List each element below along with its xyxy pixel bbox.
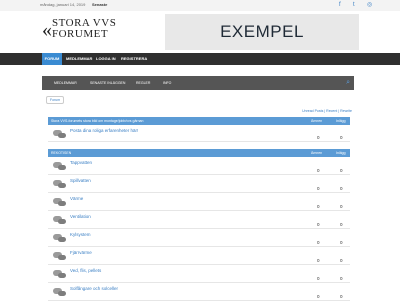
nav-item-register[interactable]: REGISTRERA xyxy=(121,53,147,65)
breadcrumb[interactable]: Forum xyxy=(46,96,65,104)
latest-news-label[interactable]: Senaste xyxy=(92,2,107,7)
forum-title[interactable]: Ventilation xyxy=(70,214,91,219)
forum-bubble-icon xyxy=(58,273,66,278)
posts-count: 0 xyxy=(340,294,343,299)
forum-bubble-icon xyxy=(58,291,66,296)
current-date: måndag, januari 14, 2019 xyxy=(40,2,86,7)
forum-title[interactable]: Solfångare och solceller xyxy=(70,286,118,291)
nav-item-members[interactable]: MEDLEMMAR xyxy=(66,53,92,65)
section-header-1: Stora VVS-forumets stora bild om montage… xyxy=(48,117,350,125)
col-posts: Inlägg xyxy=(336,119,346,123)
topics-count: 0 xyxy=(317,222,320,227)
forum-bubble-icon xyxy=(58,255,66,260)
twitter-icon[interactable]: t xyxy=(353,1,355,9)
forum-title[interactable]: Ved, flis, pellets xyxy=(70,268,101,273)
topics-count: 0 xyxy=(317,204,320,209)
subnav-info[interactable]: INFO xyxy=(163,76,171,90)
nav-item-forum[interactable]: FORUM xyxy=(42,53,62,65)
forum-title[interactable]: Spillvatten xyxy=(70,178,91,183)
logo-mark-icon: « xyxy=(42,19,52,41)
forum-bubble-icon xyxy=(58,237,66,242)
forum-title[interactable]: Kylsystem xyxy=(70,232,91,237)
main-nav: FORUM MEDLEMMAR LOGGA IN REGISTRERA xyxy=(0,53,400,65)
topics-count: 0 xyxy=(317,186,320,191)
nav-item-login[interactable]: LOGGA IN xyxy=(96,53,116,65)
forum-top-links[interactable]: Unread Posts | Recent | Rewrite xyxy=(302,109,352,113)
site-logo[interactable]: « STORA VVS FORUMET xyxy=(42,18,122,44)
subnav-members[interactable]: MEDLEMMAR xyxy=(54,76,77,90)
forum-row[interactable]: Kylsystem 0 0 xyxy=(48,229,350,247)
forum-row[interactable]: Värme 0 0 xyxy=(48,193,350,211)
forum-container: MEDLEMMAR SENASTE INLÄGGEN REGLER INFO ⌕… xyxy=(42,66,358,306)
facebook-icon[interactable]: f xyxy=(339,1,341,9)
forum-row[interactable]: Fjärrvärme 0 0 xyxy=(48,247,350,265)
search-icon[interactable]: ⌕ xyxy=(346,79,350,87)
logo-line-2: FORUMET xyxy=(52,28,109,40)
forum-title[interactable]: Fjärrvärme xyxy=(70,250,92,255)
posts-count: 0 xyxy=(340,135,343,140)
posts-count: 0 xyxy=(340,222,343,227)
topics-count: 0 xyxy=(317,240,320,245)
forum-row[interactable]: Solfångare och solceller 0 0 xyxy=(48,283,350,301)
forum-title[interactable]: Tappvatten xyxy=(70,160,92,165)
forum-row[interactable]: Spillvatten 0 0 xyxy=(48,175,350,193)
forum-row[interactable]: Posta dina roliga erfarenheter här! 0 0 xyxy=(48,125,350,142)
posts-count: 0 xyxy=(340,258,343,263)
posts-count: 0 xyxy=(340,276,343,281)
ad-banner[interactable]: EXEMPEL xyxy=(165,14,359,50)
section-header-2: REKOTISEN Ämnen Inlägg xyxy=(48,149,350,157)
section-title[interactable]: Stora VVS-forumets stora bild om montage… xyxy=(51,117,143,125)
forum-row[interactable]: Tappvatten 0 0 xyxy=(48,157,350,175)
instagram-icon[interactable]: ◎ xyxy=(367,1,372,9)
col-posts: Inlägg xyxy=(336,151,346,155)
forum-row[interactable]: Ved, flis, pellets 0 0 xyxy=(48,265,350,283)
subnav-rules[interactable]: REGLER xyxy=(136,76,150,90)
forum-title[interactable]: Värme xyxy=(70,196,83,201)
topics-count: 0 xyxy=(317,276,320,281)
section-title[interactable]: REKOTISEN xyxy=(51,149,71,157)
col-topics: Ämnen xyxy=(311,151,323,155)
posts-count: 0 xyxy=(340,240,343,245)
posts-count: 0 xyxy=(340,204,343,209)
col-topics: Ämnen xyxy=(311,119,323,123)
forum-title[interactable]: Posta dina roliga erfarenheter här! xyxy=(70,128,138,133)
forum-bubble-icon xyxy=(58,165,66,170)
forum-subnav: MEDLEMMAR SENASTE INLÄGGEN REGLER INFO ⌕ xyxy=(42,76,354,90)
forum-row[interactable]: Ventilation 0 0 xyxy=(48,211,350,229)
forum-bubble-icon xyxy=(58,133,66,138)
forum-bubble-icon xyxy=(58,201,66,206)
topics-count: 0 xyxy=(317,294,320,299)
subnav-latest-posts[interactable]: SENASTE INLÄGGEN xyxy=(90,76,125,90)
topics-count: 0 xyxy=(317,168,320,173)
forum-bubble-icon xyxy=(58,183,66,188)
posts-count: 0 xyxy=(340,168,343,173)
forum-bubble-icon xyxy=(58,219,66,224)
posts-count: 0 xyxy=(340,186,343,191)
topics-count: 0 xyxy=(317,135,320,140)
topics-count: 0 xyxy=(317,258,320,263)
banner-text: EXEMPEL xyxy=(220,22,304,41)
